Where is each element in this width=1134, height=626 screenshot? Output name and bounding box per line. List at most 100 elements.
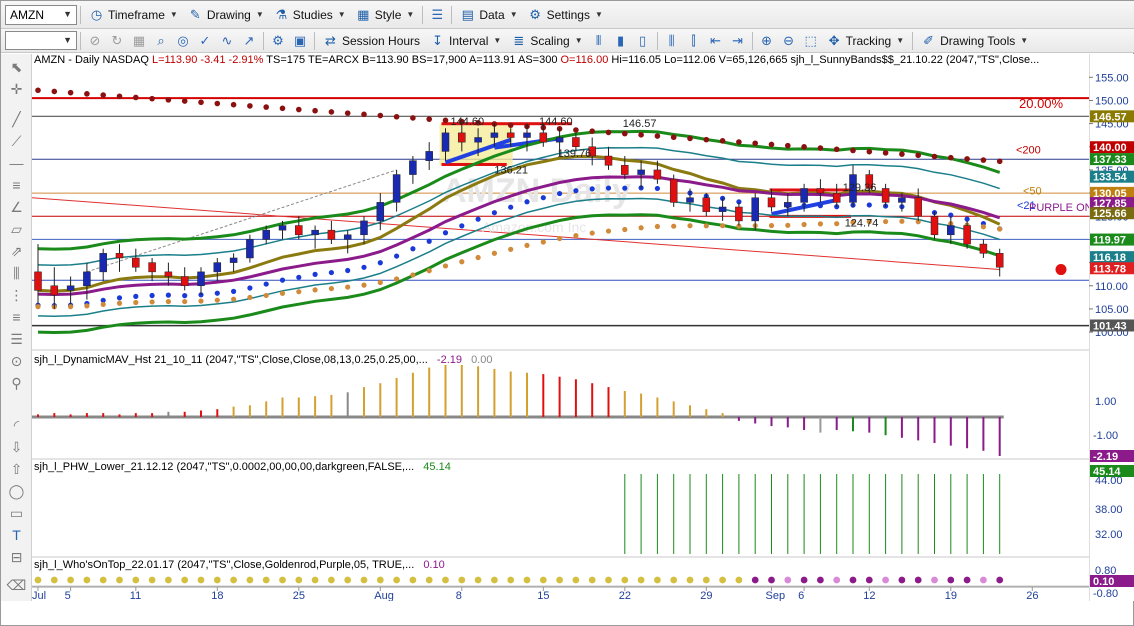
chevron-down-icon[interactable]: ▼ (63, 35, 72, 45)
chart-layout-icon[interactable]: ☰ (428, 6, 446, 24)
chart-icon[interactable]: ⇗ (6, 242, 27, 260)
chart-plot-area[interactable]: AMZN DailyAmazon.com Inc20.00%<200<50<21… (32, 54, 1089, 601)
who-tick-label: -0.80 (1093, 588, 1118, 600)
orange-dot (214, 297, 220, 303)
chart-up-icon[interactable]: ↗ (240, 32, 258, 50)
grid-icon[interactable]: ⋮ (6, 286, 27, 304)
candle-body (343, 234, 352, 240)
text-icon[interactable]: T (6, 526, 27, 544)
symbol-combo[interactable]: AMZN ▼ (5, 4, 77, 25)
candle-chart-icon[interactable]: ▮ (612, 32, 630, 50)
maroon-dot (133, 94, 139, 101)
tracking-button[interactable]: ✥ Tracking ▼ (822, 30, 910, 52)
vertical-lines-icon[interactable]: ⫼ (6, 264, 27, 282)
scroll-right-icon[interactable]: ⇥ (729, 32, 747, 50)
drawing-tools-button[interactable]: ✐ Drawing Tools ▼ (916, 30, 1033, 52)
orange-dot (377, 279, 383, 286)
session-hours-button[interactable]: ⇄ Session Hours (318, 30, 425, 52)
maroon-dot (605, 129, 612, 136)
interval-button[interactable]: ↧ Interval ▼ (425, 30, 506, 52)
trendline-icon[interactable]: ╱ (6, 110, 27, 128)
wave-icon[interactable]: ∿ (218, 32, 236, 50)
scaling-button[interactable]: ≣ Scaling ▼ (506, 30, 587, 52)
link-icon[interactable]: ⊘ (86, 32, 104, 50)
gear-icon: ⚙ (529, 7, 541, 22)
who-dot (882, 576, 889, 584)
candle-body (425, 151, 433, 161)
orange-dot (589, 230, 595, 236)
horizontal-line-icon[interactable]: — (6, 154, 27, 172)
pointer-icon[interactable]: ⬉ (6, 58, 27, 76)
maroon-dot (296, 106, 302, 113)
data-button[interactable]: ▤ Data ▼ (455, 4, 522, 26)
channel-icon[interactable]: ▱ (6, 220, 27, 238)
crosshair-icon[interactable]: ✛ (6, 80, 27, 98)
price-tag-label: 101.43 (1093, 320, 1127, 332)
pitchfork-icon[interactable]: ⚲ (6, 374, 27, 392)
orange-dot (508, 246, 514, 252)
mav-tick-label: 1.00 (1095, 396, 1116, 408)
chart-check-icon[interactable]: ✓ (196, 32, 214, 50)
blue-dot (361, 264, 367, 270)
scroll-left-icon[interactable]: ⇤ (707, 32, 725, 50)
maroon-dot (442, 117, 449, 124)
who-dot (539, 576, 547, 584)
fib-icon[interactable]: ≡ (6, 176, 27, 194)
studies-button[interactable]: ⚗ Studies ▼ (269, 4, 351, 26)
ellipse-icon[interactable]: ◯ (6, 482, 27, 500)
compass-icon[interactable]: ◎ (174, 32, 192, 50)
who-dot (50, 576, 58, 584)
maroon-dot (198, 99, 204, 106)
blue-dot (622, 185, 628, 191)
fit-chart-icon[interactable]: ⬚ (802, 32, 820, 50)
chevron-down-icon[interactable]: ▼ (63, 9, 72, 19)
who-dot (670, 576, 678, 584)
chart-gear-icon[interactable]: ▣ (291, 32, 309, 50)
candle-body (767, 197, 776, 208)
zoom-in-icon[interactable]: ⊕ (758, 32, 776, 50)
eraser-icon[interactable]: ⌫ (6, 576, 27, 594)
orange-dot (671, 223, 677, 229)
expand-bars-icon[interactable]: ⫿ (685, 32, 703, 50)
style-button[interactable]: ▦ Style ▼ (351, 4, 420, 26)
who-dot (996, 576, 1004, 584)
phw-title: sjh_l_PHW_Lower_21.12.12 (2047,"TS",0.00… (34, 461, 415, 473)
cycle-icon[interactable]: ⊙ (6, 352, 27, 370)
blue-dot (182, 293, 188, 299)
ts-value: TS=175 (266, 54, 306, 66)
blue-dot (866, 202, 872, 208)
arrow-down-icon[interactable]: ⇩ (6, 438, 27, 456)
price-tag-label: 125.66 (1093, 208, 1127, 220)
phw-tick-label: 32.00 (1095, 529, 1123, 541)
arc-icon[interactable]: ◜ (6, 416, 27, 434)
refresh-icon[interactable]: ↻ (108, 32, 126, 50)
zoom-out-icon[interactable]: ⊖ (780, 32, 798, 50)
note-icon[interactable]: ⊟ (6, 548, 27, 566)
who-dot (686, 576, 694, 584)
maroon-dot (964, 156, 970, 162)
angle-icon[interactable]: ∠ (6, 198, 27, 216)
compress-bars-icon[interactable]: ⫼ (663, 32, 681, 50)
hollow-candle-icon[interactable]: ▯ (634, 32, 652, 50)
magnify-chart-icon[interactable]: ⌕ (152, 32, 170, 50)
price-axis[interactable]: 155.00150.00145.00140.00135.00130.00125.… (1089, 54, 1134, 601)
bars-icon[interactable]: ≡ (6, 308, 27, 326)
mav-legend: sjh_l_DynamicMAV_Hst 21_10_11 (2047,"TS"… (34, 354, 492, 366)
candle-body (995, 253, 1004, 268)
x-tick-label: Sep (766, 590, 786, 601)
interval-combo[interactable]: ▼ (5, 31, 77, 50)
settings-button[interactable]: ⚙ Settings ▼ (523, 4, 608, 26)
bar-chart-icon[interactable]: ⫴ (590, 32, 608, 50)
arrow-up-icon[interactable]: ⇧ (6, 460, 27, 478)
levels-icon[interactable]: ☰ (6, 330, 27, 348)
timeframe-button[interactable]: ◷ Timeframe ▼ (84, 4, 183, 26)
hierarchy-icon[interactable]: ⚙ (269, 32, 287, 50)
ray-icon[interactable]: ⟋ (6, 132, 27, 150)
who-dot (719, 576, 726, 584)
maroon-dot (84, 91, 90, 97)
change-value: -3.41 (200, 54, 226, 66)
grid-icon[interactable]: ▦ (130, 32, 148, 50)
drawing-button[interactable]: ✎ Drawing ▼ (183, 4, 269, 26)
rectangle-icon[interactable]: ▭ (6, 504, 27, 522)
orange-dot (980, 224, 987, 230)
